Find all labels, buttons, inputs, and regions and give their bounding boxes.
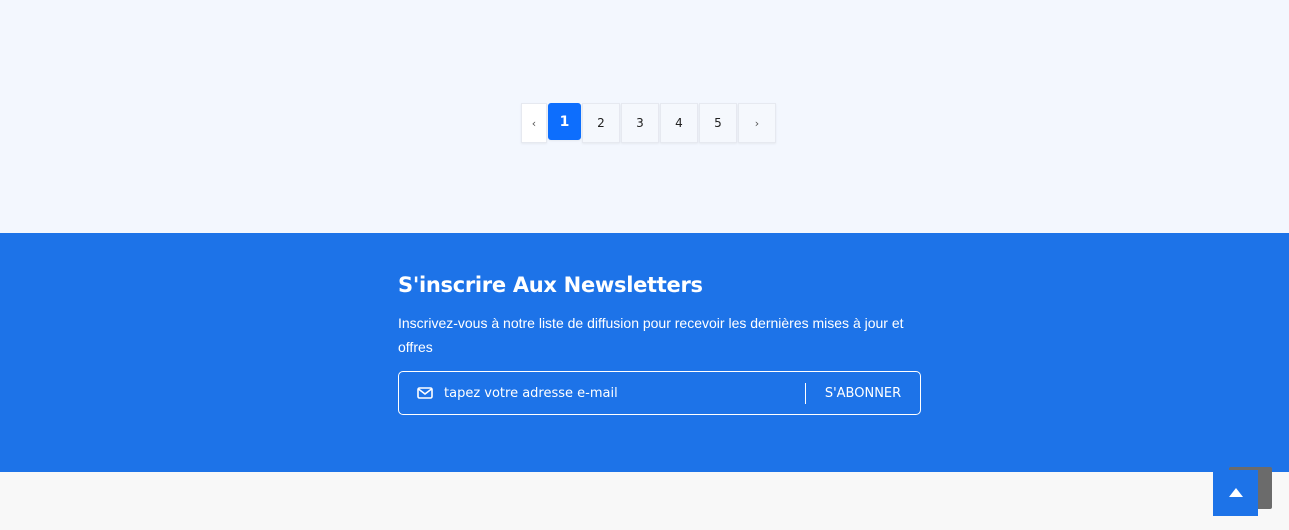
newsletter-form: S'ABONNER	[398, 371, 921, 415]
pagination-page-3-button[interactable]: 3	[621, 103, 659, 143]
pagination-page-5-button[interactable]: 5	[699, 103, 737, 143]
scroll-to-top-button[interactable]	[1213, 470, 1258, 516]
pagination-page-4-button[interactable]: 4	[660, 103, 698, 143]
subscribe-button[interactable]: S'ABONNER	[806, 372, 920, 414]
pagination-page-2-button[interactable]: 2	[582, 103, 620, 143]
content-section: ‹ 1 2 3 4 5 ›	[0, 0, 1289, 233]
pagination-prev-button[interactable]: ‹	[521, 103, 547, 143]
email-input[interactable]	[444, 380, 794, 406]
pagination: ‹ 1 2 3 4 5 ›	[521, 103, 777, 143]
footer-area	[0, 472, 1289, 530]
caret-up-icon	[1228, 484, 1243, 502]
newsletter-title: S'inscrire Aux Newsletters	[398, 273, 703, 297]
pagination-page-1-button[interactable]: 1	[548, 103, 581, 140]
newsletter-description: Inscrivez-vous à notre liste de diffusio…	[398, 315, 904, 355]
newsletter-section: S'inscrire Aux Newsletters Inscrivez-vou…	[0, 233, 1289, 472]
envelope-icon	[417, 385, 433, 401]
pagination-next-button[interactable]: ›	[738, 103, 776, 143]
